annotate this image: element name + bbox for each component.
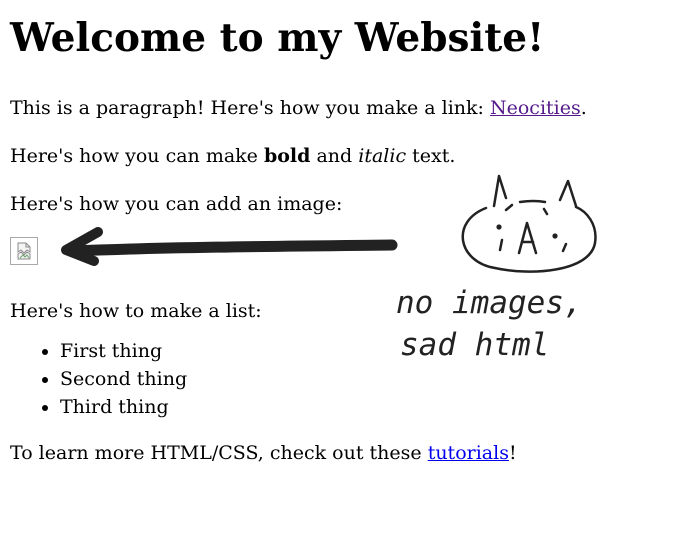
neocities-link[interactable]: Neocities	[490, 97, 581, 119]
page-content: Welcome to my Website! This is a paragra…	[10, 0, 670, 465]
image-paragraph: Here's how you can add an image:	[10, 193, 343, 215]
format-paragraph: Here's how you can make bold and italic …	[10, 144, 670, 168]
italic-text: italic	[358, 145, 407, 167]
list-item: Third thing	[60, 393, 670, 421]
bold-text: bold	[263, 145, 311, 167]
learn-prefix: To learn more HTML/CSS, check out these	[10, 442, 428, 464]
learn-paragraph: To learn more HTML/CSS, check out these …	[10, 441, 670, 465]
tutorials-link[interactable]: tutorials	[428, 442, 509, 464]
link-paragraph-suffix: .	[580, 97, 587, 119]
learn-suffix: !	[508, 442, 517, 464]
page-title: Welcome to my Website!	[10, 15, 545, 61]
format-prefix: Here's how you can make	[10, 145, 264, 167]
list-item: First thing	[60, 337, 670, 365]
list-item: Second thing	[60, 365, 670, 393]
format-suffix: text.	[406, 145, 456, 167]
link-paragraph: This is a paragraph! Here's how you make…	[10, 96, 670, 120]
list-intro: Here's how to make a list:	[10, 300, 262, 322]
broken-image-icon[interactable]	[10, 237, 38, 265]
format-middle: and	[310, 145, 359, 167]
broken-image-glyph	[17, 242, 31, 260]
thing-list: First thing Second thing Third thing	[10, 337, 670, 421]
link-paragraph-text: This is a paragraph! Here's how you make…	[10, 97, 490, 119]
